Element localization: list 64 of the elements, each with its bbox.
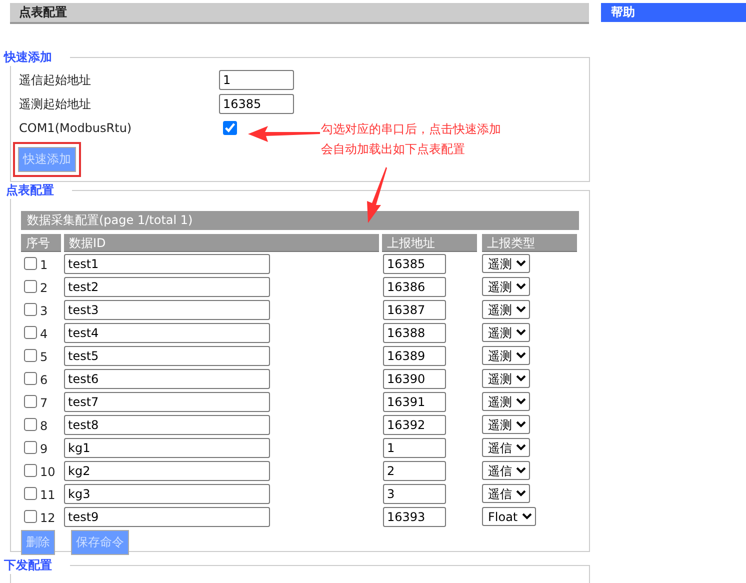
id-input[interactable]: test1 [64, 254, 270, 274]
column-header: 序号 [21, 234, 61, 252]
address-input[interactable]: 16389 [383, 346, 446, 366]
help-header: 帮助 [601, 3, 746, 22]
row-number: 10 [40, 464, 56, 479]
address-input[interactable]: 1 [383, 438, 446, 458]
id-input[interactable]: test7 [64, 392, 270, 412]
address-input[interactable]: 16388 [383, 322, 446, 342]
column-header: 上报地址 [382, 234, 477, 252]
type-select[interactable]: 遥测 [482, 369, 530, 388]
address-input[interactable]: 16387 [383, 300, 446, 320]
address-input[interactable]: 3 [383, 484, 446, 504]
column-header: 上报类型 [482, 234, 577, 252]
field-label: 遥测起始地址 [19, 96, 92, 112]
section-legend: 快速添加 [4, 49, 70, 66]
address-input[interactable]: 2 [383, 460, 446, 480]
id-input[interactable]: kg3 [64, 484, 270, 504]
type-select[interactable]: 遥测 [482, 392, 530, 411]
id-input[interactable]: test6 [64, 368, 270, 388]
address-input[interactable]: 16390 [383, 368, 446, 388]
type-select[interactable]: Float [482, 507, 536, 526]
row-number: 2 [40, 280, 48, 295]
annotation-text: 勾选对应的串口后，点击快速添加 会自动加载出如下点表配置 [321, 121, 501, 158]
type-select[interactable]: 遥信 [482, 461, 530, 480]
address-input[interactable]: 16393 [383, 506, 446, 526]
type-select[interactable]: 遥测 [482, 300, 530, 319]
address-input[interactable]: 16386 [383, 276, 446, 296]
table-caption: 数据采集配置(page 1/total 1) [21, 211, 579, 230]
type-select[interactable]: 遥测 [482, 323, 530, 342]
id-input[interactable]: kg1 [64, 438, 270, 458]
column-header: 数据ID [64, 234, 379, 252]
row-number: 9 [40, 441, 48, 456]
section-header: 点表配置 [10, 3, 589, 24]
id-input[interactable]: test4 [64, 322, 270, 342]
type-select[interactable]: 遥信 [482, 438, 530, 457]
id-input[interactable]: test8 [64, 414, 270, 434]
address-input[interactable]: 16385 [383, 254, 446, 274]
type-select[interactable]: 遥信 [482, 484, 530, 503]
type-select[interactable]: 遥测 [482, 277, 530, 296]
row-number: 1 [40, 257, 48, 272]
address-input[interactable]: 16391 [383, 392, 446, 412]
id-input[interactable]: test3 [64, 300, 270, 320]
id-input[interactable]: test5 [64, 346, 270, 366]
type-select[interactable]: 遥测 [482, 415, 530, 434]
id-input[interactable]: test9 [64, 506, 270, 526]
port-label: COM1(ModbusRtu) [19, 121, 133, 135]
row-number: 11 [40, 487, 56, 502]
input-field[interactable]: 16385 [219, 94, 294, 114]
input-field[interactable]: 1 [219, 70, 294, 90]
row-number: 3 [40, 303, 48, 318]
id-input[interactable]: test2 [64, 276, 270, 296]
row-number: 12 [40, 510, 56, 525]
section-legend: 点表配置 [6, 182, 72, 199]
row-number: 4 [40, 326, 48, 341]
row-number: 7 [40, 395, 48, 410]
row-number: 6 [40, 372, 48, 387]
row-number: 5 [40, 349, 48, 364]
type-select[interactable]: 遥测 [482, 346, 530, 365]
field-label: 遥信起始地址 [19, 72, 92, 88]
row-number: 8 [40, 418, 48, 433]
type-select[interactable]: 遥测 [482, 254, 530, 273]
id-input[interactable]: kg2 [64, 460, 270, 480]
address-input[interactable]: 16392 [383, 414, 446, 434]
section-legend: 下发配置 [4, 557, 70, 574]
